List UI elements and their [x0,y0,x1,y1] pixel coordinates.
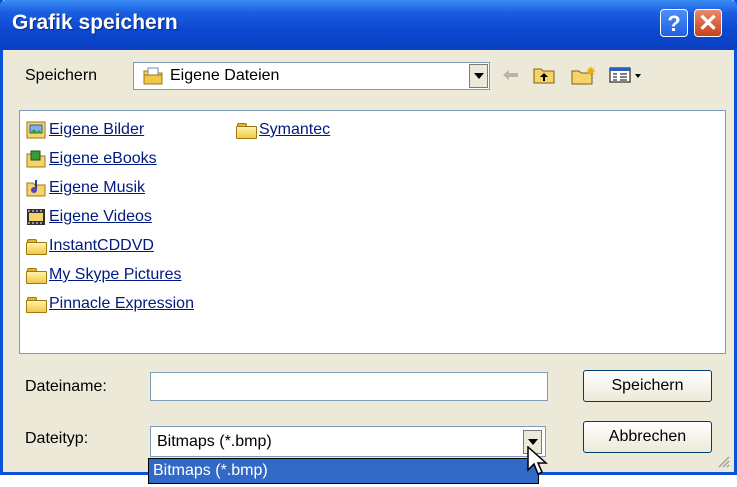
save-dialog: Grafik speichern ? ✕ Speichern Eigene Da… [0,0,737,475]
list-item[interactable]: Pinnacle Expression [26,292,194,316]
folder-icon [26,267,47,284]
file-name: Eigene Bilder [49,121,145,138]
file-name: Eigene Videos [49,208,152,225]
dialog-title: Grafik speichern [12,11,178,34]
file-name: Symantec [259,121,331,138]
folder-icon [236,122,257,139]
filetype-option-selected[interactable]: Bitmaps (*.bmp) [148,458,539,484]
file-name: InstantCDDVD [49,237,154,254]
new-folder-button[interactable] [569,62,599,88]
pictures-folder-icon [26,121,46,139]
up-one-level-button[interactable] [531,62,557,88]
list-item[interactable]: Eigene Bilder [26,118,144,142]
list-item[interactable]: Eigene Musik [26,176,145,200]
save-in-label: Speichern [25,67,98,84]
list-item[interactable]: InstantCDDVD [26,234,154,258]
save-in-value: Eigene Dateien [170,67,280,84]
filetype-label: Dateityp: [25,430,89,447]
videos-folder-icon [26,208,46,226]
ebooks-folder-icon [26,150,46,168]
up-folder-icon [533,68,555,84]
mouse-cursor-icon [527,446,548,476]
help-button[interactable]: ? [660,9,688,37]
file-name: Pinnacle Expression [49,295,194,312]
folder-icon [26,238,47,255]
save-button[interactable]: Speichern [583,370,712,402]
cancel-button[interactable]: Abbrechen [583,421,712,453]
save-in-dropdown-arrow[interactable] [469,64,488,88]
filetype-combobox[interactable]: Bitmaps (*.bmp) [150,426,546,457]
folder-icon [26,296,47,313]
save-in-combobox[interactable]: Eigene Dateien [133,62,490,90]
chevron-down-icon [527,439,538,445]
file-name: Eigene Musik [49,179,146,196]
my-documents-icon [143,67,163,85]
file-name: Eigene eBooks [49,150,157,167]
filetype-value: Bitmaps (*.bmp) [157,433,272,450]
view-menu-icon [609,67,641,83]
music-folder-icon [26,179,46,197]
filename-label: Dateiname: [25,378,107,395]
chevron-down-icon [473,73,484,79]
filename-input[interactable] [150,372,548,401]
back-button[interactable] [499,62,523,88]
back-arrow-icon [503,70,518,80]
file-list[interactable]: Eigene Bilder Eigene eBooks Eigene Musik… [19,110,726,354]
resize-grip-icon[interactable] [716,454,730,468]
view-menu-button[interactable] [607,62,647,88]
close-button[interactable]: ✕ [694,9,722,37]
file-name: My Skype Pictures [49,266,182,283]
list-item[interactable]: My Skype Pictures [26,263,181,287]
list-item[interactable]: Eigene eBooks [26,147,157,171]
title-bar[interactable]: Grafik speichern ? ✕ [0,0,737,50]
list-item[interactable]: Symantec [236,118,330,142]
new-folder-icon [571,66,596,85]
list-item[interactable]: Eigene Videos [26,205,152,229]
